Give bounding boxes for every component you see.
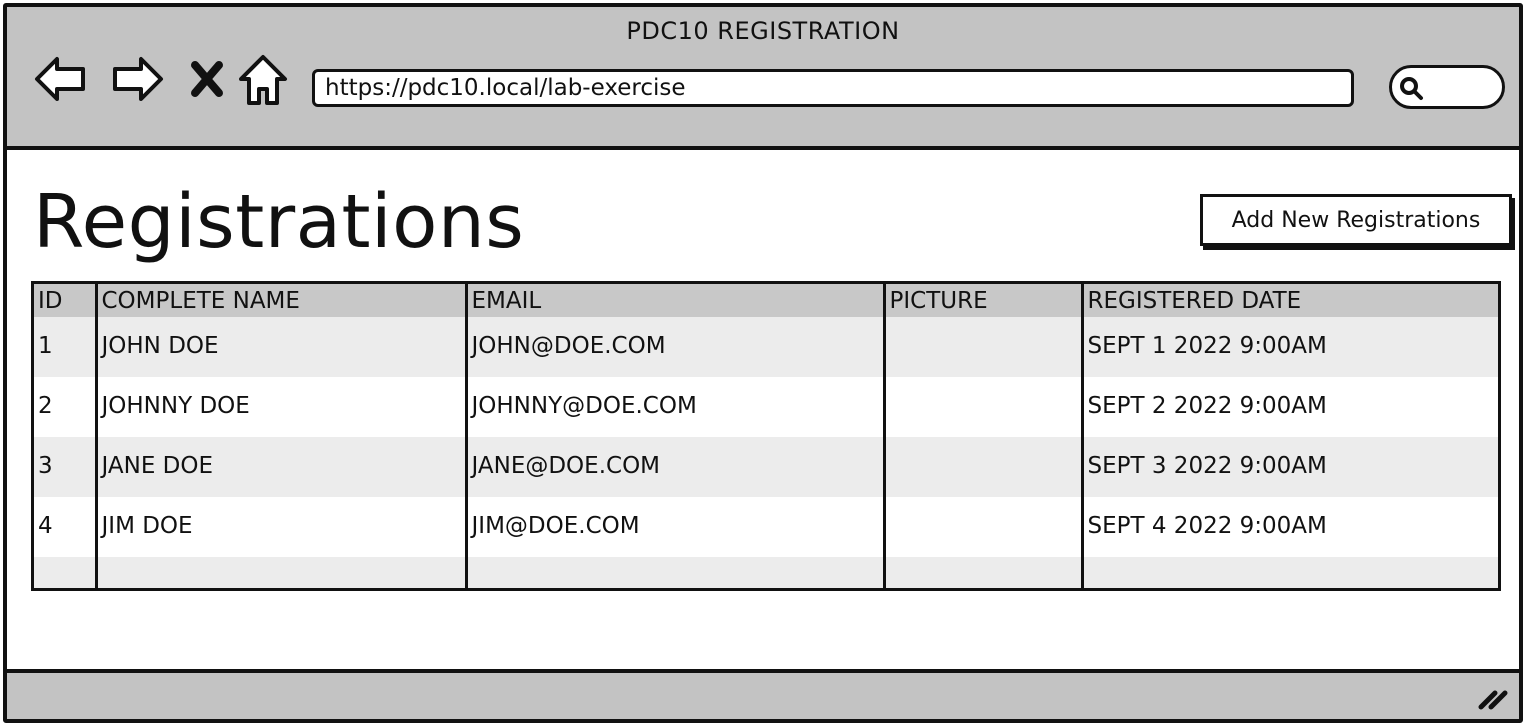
- table-row[interactable]: 4 JIM DOE JIM@DOE.COM SEPT 4 2022 9:00AM: [34, 497, 1498, 557]
- column-header-email[interactable]: EMAIL: [466, 284, 886, 317]
- column-header-complete-name[interactable]: COMPLETE NAME: [96, 284, 468, 317]
- back-arrow-icon[interactable]: [33, 49, 89, 109]
- table-row[interactable]: 2 JOHNNY DOE JOHNNY@DOE.COM SEPT 2 2022 …: [34, 377, 1498, 437]
- cell-picture: [884, 377, 1084, 437]
- resize-grip-icon[interactable]: [1477, 683, 1509, 711]
- column-header-picture[interactable]: PICTURE: [884, 284, 1084, 317]
- table-row[interactable]: 1 JOHN DOE JOHN@DOE.COM SEPT 1 2022 9:00…: [34, 317, 1498, 377]
- cell-registered-date: SEPT 3 2022 9:00AM: [1087, 452, 1327, 479]
- table-header-row: ID COMPLETE NAME EMAIL PICTURE REGISTERE…: [34, 284, 1498, 317]
- cell-id: 2: [34, 377, 98, 437]
- cell-id: 1: [34, 317, 98, 377]
- cell-email: JIM@DOE.COM: [466, 497, 886, 557]
- empty-table-row: [34, 557, 1498, 588]
- status-bar: [7, 669, 1519, 719]
- column-header-id[interactable]: ID: [34, 284, 98, 317]
- close-icon[interactable]: [187, 49, 227, 109]
- cell-registered-date: SEPT 4 2022 9:00AM: [1087, 512, 1327, 539]
- address-bar[interactable]: https://pdc10.local/lab-exercise: [312, 69, 1354, 107]
- cell-id: 4: [34, 497, 98, 557]
- cell-email: JOHNNY@DOE.COM: [466, 377, 886, 437]
- cell-email: JANE@DOE.COM: [466, 437, 886, 497]
- column-header-registered-date[interactable]: REGISTERED DATE: [1082, 284, 1498, 317]
- cell-registered-date: SEPT 1 2022 9:00AM: [1087, 332, 1327, 359]
- home-icon[interactable]: [237, 49, 289, 109]
- cell-id: 3: [34, 437, 98, 497]
- cell-complete-name: JOHN DOE: [96, 317, 468, 377]
- registrations-table: ID COMPLETE NAME EMAIL PICTURE REGISTERE…: [31, 281, 1501, 591]
- cell-complete-name: JIM DOE: [96, 497, 468, 557]
- page-title: Registrations: [33, 179, 525, 265]
- search-icon: [1400, 77, 1423, 100]
- add-new-registrations-button[interactable]: Add New Registrations: [1200, 194, 1512, 246]
- cell-email: JOHN@DOE.COM: [466, 317, 886, 377]
- search-field[interactable]: [1389, 65, 1505, 109]
- cell-picture: [884, 437, 1084, 497]
- table-row[interactable]: 3 JANE DOE JANE@DOE.COM SEPT 3 2022 9:00…: [34, 437, 1498, 497]
- cell-picture: [884, 497, 1084, 557]
- cell-picture: [884, 317, 1084, 377]
- cell-complete-name: JANE DOE: [96, 437, 468, 497]
- forward-arrow-icon[interactable]: [109, 49, 165, 109]
- window-title: PDC10 REGISTRATION: [626, 17, 900, 45]
- cell-registered-date: SEPT 2 2022 9:00AM: [1087, 392, 1327, 419]
- cell-complete-name: JOHNNY DOE: [96, 377, 468, 437]
- browser-toolbar: PDC10 REGISTRATION https://pdc10.local/l…: [7, 7, 1519, 150]
- browser-window: PDC10 REGISTRATION https://pdc10.local/l…: [3, 3, 1523, 723]
